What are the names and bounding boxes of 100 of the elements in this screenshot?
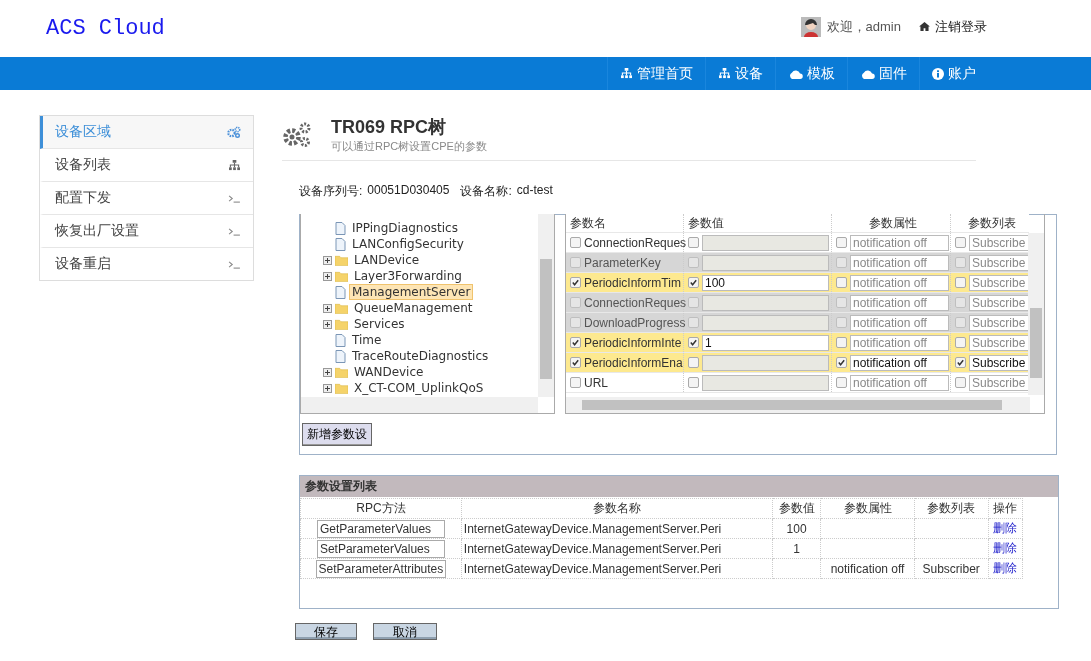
- tree-node[interactable]: ManagementServer: [349, 284, 474, 300]
- column-header: 参数值: [684, 214, 832, 232]
- expand-icon[interactable]: [323, 271, 332, 281]
- expand-icon[interactable]: [323, 255, 332, 265]
- checkbox[interactable]: [836, 277, 847, 288]
- device-name-label: 设备名称:: [460, 183, 512, 200]
- info-icon: [932, 67, 944, 80]
- scrollbar[interactable]: [566, 397, 1030, 413]
- tree-node[interactable]: LANConfigSecurity: [349, 236, 467, 252]
- method-field[interactable]: SetParameterValues: [316, 539, 445, 558]
- list-field[interactable]: Subscribe: [969, 274, 1029, 291]
- sidebar-item[interactable]: 设备列表: [40, 149, 253, 182]
- checkbox[interactable]: [688, 337, 699, 348]
- logo[interactable]: ACS Cloud: [46, 16, 165, 41]
- parameter-row[interactable]: PeriodicInformInte 1 notification off Subscribe: [566, 333, 1029, 353]
- nav-item[interactable]: 账户: [919, 57, 988, 90]
- tree-node[interactable]: LANDevice: [351, 252, 423, 268]
- parameter-row[interactable]: PeriodicInformEna notification off Subscribe: [566, 353, 1029, 373]
- parameter-row[interactable]: ConnectionReques notification off Subscribe: [566, 233, 1029, 253]
- method-field[interactable]: GetParameterValues: [316, 519, 445, 538]
- parameter-name: ParameterKey: [584, 255, 661, 270]
- table-cell: Subscriber: [914, 558, 989, 579]
- page-title: TR069 RPC树: [331, 116, 448, 139]
- column-header: RPC方法: [300, 498, 462, 519]
- parameter-name: ConnectionReques: [584, 295, 687, 310]
- home-icon: [919, 22, 930, 31]
- expand-icon[interactable]: [323, 367, 332, 377]
- nav-item[interactable]: 设备: [705, 57, 775, 90]
- checkbox[interactable]: [836, 357, 847, 368]
- checkbox[interactable]: [955, 237, 966, 248]
- attribute-field[interactable]: notification off: [850, 274, 949, 291]
- checkbox[interactable]: [570, 237, 581, 248]
- checkbox[interactable]: [955, 377, 966, 388]
- expand-icon[interactable]: [323, 303, 332, 313]
- nav-item[interactable]: 固件: [847, 57, 919, 90]
- checkbox[interactable]: [570, 277, 581, 288]
- gears-icon: [282, 120, 312, 149]
- page-subtitle: 可以通过RPC树设置CPE的参数: [331, 139, 487, 154]
- tree-node[interactable]: Time: [349, 332, 385, 348]
- method-field[interactable]: SetParameterAttributes: [315, 559, 447, 578]
- checkbox[interactable]: [955, 277, 966, 288]
- form-button[interactable]: 保存: [295, 623, 357, 640]
- checkbox[interactable]: [955, 357, 966, 368]
- checkbox[interactable]: [688, 277, 699, 288]
- file-icon: [335, 221, 346, 235]
- attribute-field[interactable]: notification off: [850, 234, 949, 251]
- checkbox[interactable]: [955, 337, 966, 348]
- tree-node[interactable]: Layer3Forwarding: [351, 268, 465, 284]
- checkbox[interactable]: [688, 377, 699, 388]
- checkbox[interactable]: [836, 237, 847, 248]
- value-field[interactable]: 100: [702, 274, 829, 291]
- parameter-row[interactable]: URL notification off Subscribe: [566, 373, 1029, 393]
- tree-node[interactable]: X_CT-COM_UplinkQoS: [351, 380, 487, 396]
- checkbox[interactable]: [570, 357, 581, 368]
- scrollbar[interactable]: [1028, 233, 1044, 395]
- serial-value: 00051D030405: [367, 183, 450, 199]
- sidebar-item[interactable]: 配置下发: [40, 182, 253, 215]
- attribute-field[interactable]: notification off: [850, 374, 949, 391]
- terminal-icon: [228, 193, 241, 203]
- value-field[interactable]: [702, 374, 829, 391]
- checkbox[interactable]: [836, 337, 847, 348]
- column-header: 参数属性: [820, 498, 915, 519]
- table-cell: notification off: [820, 558, 915, 579]
- checkbox[interactable]: [688, 357, 699, 368]
- list-field[interactable]: Subscribe: [969, 334, 1029, 351]
- tree-node[interactable]: TraceRouteDiagnostics: [349, 348, 492, 364]
- tree-node[interactable]: WANDevice: [351, 364, 427, 380]
- cloud-icon: [860, 68, 875, 79]
- add-parameter-button[interactable]: 新增参数设: [302, 423, 372, 446]
- attribute-field[interactable]: notification off: [850, 334, 949, 351]
- column-header: 参数名: [566, 214, 684, 232]
- checkbox[interactable]: [570, 337, 581, 348]
- sidebar-item[interactable]: 设备重启: [40, 248, 253, 280]
- folder-icon: [335, 254, 348, 266]
- form-button[interactable]: 取消: [373, 623, 437, 640]
- list-field[interactable]: Subscribe: [969, 234, 1029, 251]
- tree-node[interactable]: Services: [351, 316, 408, 332]
- file-icon: [335, 333, 346, 347]
- checkbox[interactable]: [570, 377, 581, 388]
- value-field[interactable]: [702, 234, 829, 251]
- expand-icon[interactable]: [323, 383, 332, 393]
- attribute-field[interactable]: notification off: [850, 354, 949, 371]
- tree-node[interactable]: IPPingDiagnostics: [349, 220, 461, 236]
- list-field[interactable]: Subscribe: [969, 374, 1029, 391]
- nav-item[interactable]: 管理首页: [607, 57, 705, 90]
- expand-icon[interactable]: [323, 319, 332, 329]
- nav-item[interactable]: 模板: [775, 57, 847, 90]
- parameter-row[interactable]: PeriodicInformTim 100 notification off Subscribe: [566, 273, 1029, 293]
- list-field[interactable]: Subscribe: [969, 354, 1029, 371]
- column-header: 操作: [988, 498, 1023, 519]
- checkbox[interactable]: [688, 237, 699, 248]
- scrollbar[interactable]: [538, 214, 554, 397]
- avatar-icon: [800, 16, 821, 37]
- value-field[interactable]: 1: [702, 334, 829, 351]
- value-field[interactable]: [702, 354, 829, 371]
- sidebar-item[interactable]: 恢复出厂设置: [40, 215, 253, 248]
- logout-link[interactable]: 注销登录: [919, 17, 987, 36]
- scrollbar[interactable]: [301, 397, 538, 413]
- tree-node[interactable]: QueueManagement: [351, 300, 476, 316]
- checkbox[interactable]: [836, 377, 847, 388]
